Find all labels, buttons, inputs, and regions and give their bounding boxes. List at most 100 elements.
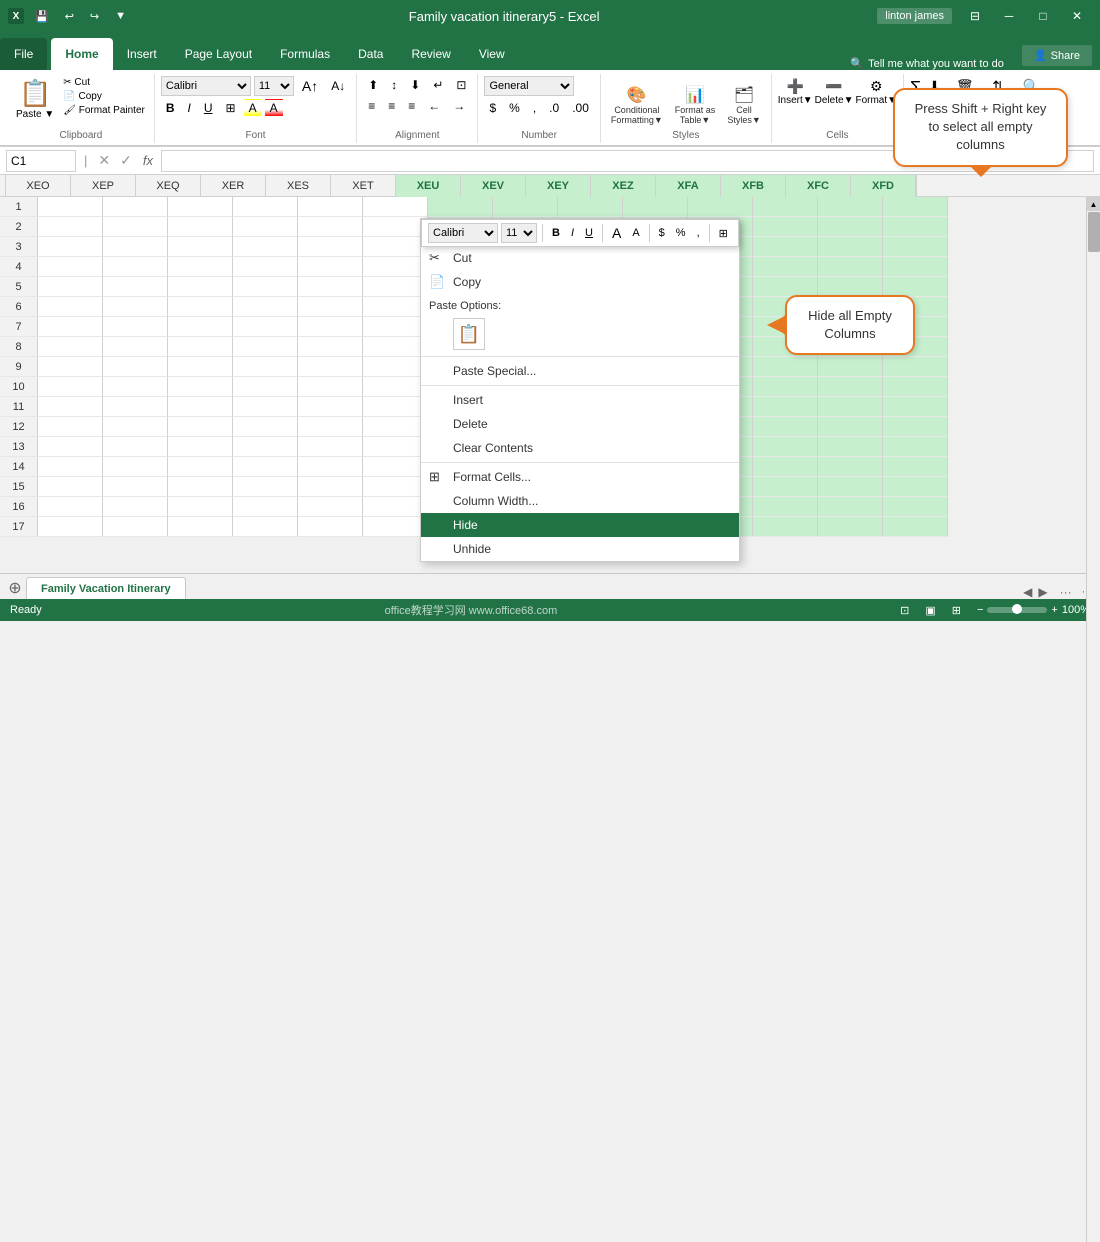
cell-XFB-5[interactable] [753,277,818,297]
cancel-formula-btn[interactable]: ✕ [95,152,113,169]
cell-XER-11[interactable] [233,397,298,417]
scroll-up-btn[interactable]: ▲ [1087,197,1100,211]
tab-view[interactable]: View [465,38,519,70]
mini-italic-btn[interactable]: I [567,225,578,241]
cell-XEP-2[interactable] [103,217,168,237]
cell-XES-7[interactable] [298,317,363,337]
cell-XFD-1[interactable] [883,197,948,217]
cell-XES-16[interactable] [298,497,363,517]
cell-XEO-3[interactable] [38,237,103,257]
cell-XFC-14[interactable] [818,457,883,477]
cell-XEO-12[interactable] [38,417,103,437]
cell-XES-13[interactable] [298,437,363,457]
mini-comma-btn[interactable]: , [693,225,704,241]
cell-XEO-4[interactable] [38,257,103,277]
cell-XFB-1[interactable] [753,197,818,217]
quick-access-redo[interactable]: ↪ [85,8,104,25]
cell-XFD-17[interactable] [883,517,948,537]
maximize-btn[interactable]: □ [1028,6,1058,26]
cell-XET-15[interactable] [363,477,428,497]
cell-XEP-4[interactable] [103,257,168,277]
mini-decrease-font-btn[interactable]: A [628,225,643,241]
cell-XEQ-16[interactable] [168,497,233,517]
cell-XET-9[interactable] [363,357,428,377]
col-header-xes[interactable]: XES [266,175,331,197]
cell-XEP-11[interactable] [103,397,168,417]
cell-XET-6[interactable] [363,297,428,317]
cell-XES-2[interactable] [298,217,363,237]
col-header-xez[interactable]: XEZ [591,175,656,197]
cell-XEP-5[interactable] [103,277,168,297]
confirm-formula-btn[interactable]: ✓ [117,152,135,169]
cell-XFD-4[interactable] [883,257,948,277]
comma-btn[interactable]: , [528,99,541,117]
cell-XES-9[interactable] [298,357,363,377]
copy-btn[interactable]: 📄 Copy [60,90,148,103]
col-header-xeo[interactable]: XEO [6,175,71,197]
cell-XEQ-1[interactable] [168,197,233,217]
cell-XEO-8[interactable] [38,337,103,357]
col-header-xer[interactable]: XER [201,175,266,197]
bold-btn[interactable]: B [161,99,180,117]
cell-XES-10[interactable] [298,377,363,397]
format-painter-btn[interactable]: 🖌 Format Painter [60,104,148,117]
cell-XET-8[interactable] [363,337,428,357]
cell-XET-12[interactable] [363,417,428,437]
col-header-xeq[interactable]: XEQ [136,175,201,197]
cell-XEP-15[interactable] [103,477,168,497]
align-left-btn[interactable]: ≡ [363,97,380,115]
row-header-15[interactable]: 15 [0,477,38,497]
cell-XFB-16[interactable] [753,497,818,517]
cell-XEO-13[interactable] [38,437,103,457]
increase-font-btn[interactable]: A↑ [297,76,323,96]
cell-XEP-6[interactable] [103,297,168,317]
cell-XEQ-8[interactable] [168,337,233,357]
cell-XES-14[interactable] [298,457,363,477]
align-top-btn[interactable]: ⬆ [363,76,383,94]
cell-XEO-1[interactable] [38,197,103,217]
quick-access-undo[interactable]: ↩ [60,8,79,25]
row-header-1[interactable]: 1 [0,197,38,217]
cell-XFB-2[interactable] [753,217,818,237]
cell-XFD-15[interactable] [883,477,948,497]
font-color-btn[interactable]: A [265,99,283,117]
cell-XEQ-4[interactable] [168,257,233,277]
tab-insert[interactable]: Insert [113,38,171,70]
row-header-11[interactable]: 11 [0,397,38,417]
cell-XET-11[interactable] [363,397,428,417]
cell-XEQ-6[interactable] [168,297,233,317]
cell-XEO-15[interactable] [38,477,103,497]
col-header-xep[interactable]: XEP [71,175,136,197]
percent-btn[interactable]: % [504,99,525,117]
cell-XFB-15[interactable] [753,477,818,497]
cell-XFC-4[interactable] [818,257,883,277]
row-header-10[interactable]: 10 [0,377,38,397]
cell-XER-8[interactable] [233,337,298,357]
cell-XEO-16[interactable] [38,497,103,517]
align-right-btn[interactable]: ≡ [403,97,420,115]
cell-XEP-16[interactable] [103,497,168,517]
tab-data[interactable]: Data [344,38,397,70]
ctx-clear-contents[interactable]: Clear Contents [421,436,739,460]
number-format-select[interactable]: General [484,76,574,96]
cell-XET-1[interactable] [363,197,428,217]
tab-file[interactable]: File [0,38,47,70]
cell-XEQ-15[interactable] [168,477,233,497]
cell-XES-4[interactable] [298,257,363,277]
cell-XEQ-7[interactable] [168,317,233,337]
minimize-btn[interactable]: ─ [994,6,1024,26]
mini-dollar-btn[interactable]: $ [655,225,669,241]
cell-XFC-17[interactable] [818,517,883,537]
conditional-formatting-btn[interactable]: 🎨 ConditionalFormatting▼ [607,83,667,127]
cell-XFB-17[interactable] [753,517,818,537]
vertical-scrollbar[interactable]: ▲ ▼ [1086,197,1100,1242]
cell-XER-2[interactable] [233,217,298,237]
tab-page-layout[interactable]: Page Layout [171,38,266,70]
col-header-xfb[interactable]: XFB [721,175,786,197]
ctx-format-cells[interactable]: ⊞ Format Cells... [421,465,739,489]
decrease-decimal-btn[interactable]: .0 [544,99,564,117]
font-name-select[interactable]: Calibri [161,76,251,96]
cell-XES-11[interactable] [298,397,363,417]
row-header-17[interactable]: 17 [0,517,38,537]
cell-XER-3[interactable] [233,237,298,257]
